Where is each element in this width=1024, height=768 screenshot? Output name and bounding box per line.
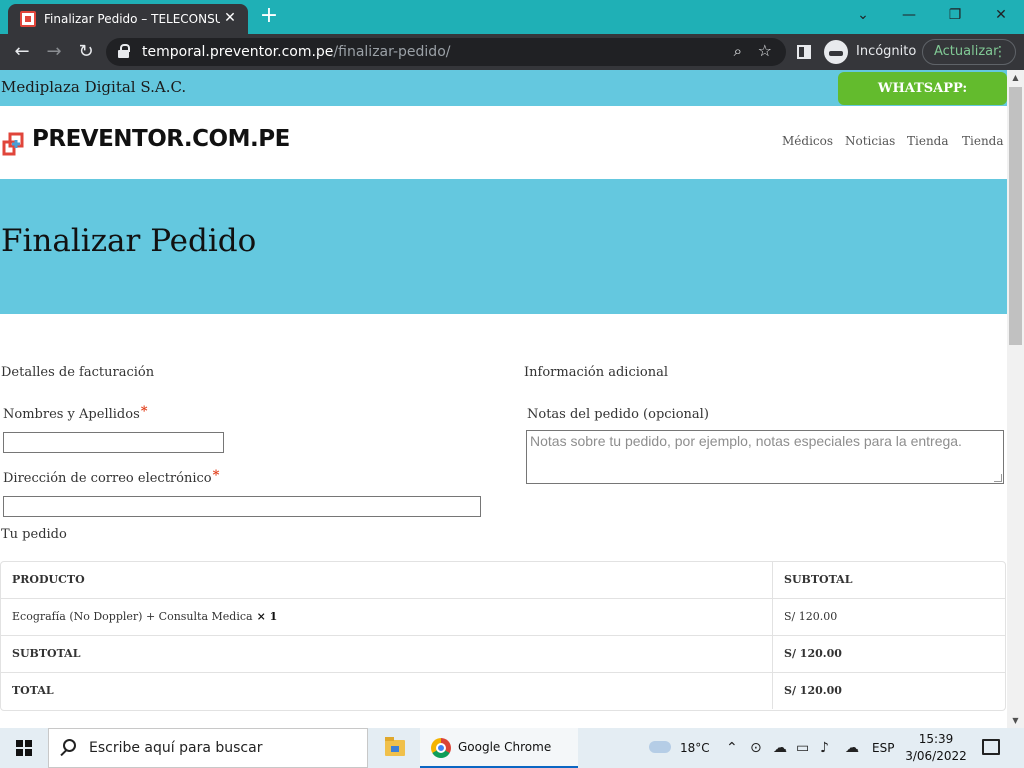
network-icon[interactable]: ▭ (796, 740, 809, 756)
update-label: Actualizar (934, 44, 999, 59)
menu-dots-icon[interactable]: ⋮ (993, 40, 1007, 64)
top-bar: Mediplaza Digital S.A.C. WHATSAPP: 93075… (0, 70, 1007, 129)
site-favicon-icon (20, 11, 36, 27)
language-indicator[interactable]: ESP (872, 728, 894, 768)
windows-logo-icon (16, 740, 32, 756)
address-bar[interactable]: temporal.preventor.com.pe/finalizar-pedi… (106, 38, 786, 66)
side-panel-icon[interactable] (797, 45, 811, 59)
zoom-icon[interactable]: ⌕ (734, 42, 742, 60)
nav-item-tienda-2[interactable]: Tienda (962, 134, 1004, 148)
company-name: Mediplaza Digital S.A.C. (1, 78, 187, 96)
tray-chevron-icon[interactable]: ⌃ (726, 740, 738, 756)
table-header-row: PRODUCTO SUBTOTAL (1, 562, 1005, 599)
clock-date: 3/06/2022 (905, 749, 967, 763)
notifications-icon[interactable] (982, 739, 1000, 755)
product-subtotal: S/ 120.00 (784, 610, 838, 623)
tab-title: Finalizar Pedido – TELECONSULTA (44, 12, 220, 26)
chrome-taskbar-button[interactable]: Google Chrome (420, 728, 578, 768)
logo-icon[interactable] (2, 128, 30, 156)
back-button[interactable]: ← (10, 40, 34, 64)
url-path: /finalizar-pedido/ (333, 44, 451, 60)
order-notes-textarea[interactable]: Notas sobre tu pedido, por ejemplo, nota… (526, 430, 1004, 484)
taskbar-search-placeholder: Escribe aquí para buscar (89, 740, 263, 756)
clock-time: 15:39 (918, 732, 954, 746)
scrollbar-thumb[interactable] (1009, 87, 1022, 345)
scroll-down-icon[interactable]: ▼ (1011, 716, 1020, 725)
onedrive-cloud-icon[interactable]: ☁ (773, 740, 787, 756)
incognito-icon (824, 40, 848, 64)
header-product: PRODUCTO (1, 562, 773, 598)
weather-cloud-icon[interactable] (649, 741, 671, 753)
taskbar-clock[interactable]: 15:39 3/06/2022 (900, 731, 972, 765)
chrome-icon (431, 738, 451, 758)
nav-item-tienda[interactable]: Tienda (907, 134, 949, 148)
name-field-label: Nombres y Apellidos* (3, 404, 148, 422)
page-scrollbar[interactable]: ▲ ▼ (1007, 70, 1024, 728)
subtotal-value: S/ 120.00 (784, 647, 842, 660)
your-order-heading: Tu pedido (1, 527, 67, 542)
tab-close-icon[interactable]: ✕ (222, 10, 238, 26)
nav-item-medicos[interactable]: Médicos (782, 134, 833, 148)
total-row: TOTAL S/ 120.00 (1, 673, 1005, 710)
incognito-label: Incógnito (856, 44, 917, 59)
resize-grip-icon[interactable] (994, 474, 1002, 482)
close-window-button[interactable]: ✕ (978, 0, 1024, 30)
notes-field-label: Notas del pedido (opcional) (527, 407, 709, 422)
total-label: TOTAL (1, 673, 773, 709)
new-tab-button[interactable]: + (258, 5, 280, 28)
restore-button[interactable]: ❐ (932, 0, 978, 30)
folder-icon (385, 737, 405, 756)
required-mark: * (212, 468, 220, 483)
taskbar-search[interactable]: Escribe aquí para buscar (48, 728, 368, 768)
table-row: Ecografía (No Doppler) + Consulta Medica… (1, 599, 1005, 636)
order-notes-placeholder: Notas sobre tu pedido, por ejemplo, nota… (530, 433, 962, 449)
lock-icon[interactable] (118, 44, 130, 58)
site-header: PREVENTOR.COM.PE Médicos Noticias Tienda… (0, 106, 1007, 179)
browser-tab[interactable]: Finalizar Pedido – TELECONSULTA ✕ (8, 4, 248, 34)
page-viewport: Mediplaza Digital S.A.C. WHATSAPP: 93075… (0, 70, 1024, 728)
whatsapp-button[interactable]: WHATSAPP: 930759628 (838, 72, 1007, 129)
bookmark-star-icon[interactable]: ☆ (758, 41, 772, 60)
update-button[interactable]: Actualizar ⋮ (922, 39, 1016, 65)
tab-search-button[interactable]: ⌄ (840, 0, 886, 30)
subtotal-row: SUBTOTAL S/ 120.00 (1, 636, 1005, 673)
browser-tab-strip: Finalizar Pedido – TELECONSULTA ✕ + ⌄ — … (0, 0, 1024, 34)
required-mark: * (140, 404, 148, 419)
email-field-label: Dirección de correo electrónico* (3, 468, 220, 486)
name-input[interactable] (3, 432, 224, 453)
meet-now-icon[interactable]: ⊙ (750, 740, 762, 756)
email-input[interactable] (3, 496, 481, 517)
product-quantity: × 1 (256, 610, 278, 623)
product-cell: Ecografía (No Doppler) + Consulta Medica… (1, 599, 773, 635)
billing-details-heading: Detalles de facturación (1, 365, 155, 380)
start-button[interactable] (0, 728, 48, 768)
total-value: S/ 120.00 (784, 684, 842, 697)
volume-icon[interactable]: ♪ (820, 740, 829, 756)
logo-text[interactable]: PREVENTOR.COM.PE (32, 126, 290, 152)
nav-item-noticias[interactable]: Noticias (845, 134, 895, 148)
temperature[interactable]: 18°C (680, 728, 710, 768)
weather-alert-icon[interactable]: ☁ (845, 740, 859, 756)
email-label-text: Dirección de correo electrónico (3, 471, 212, 486)
minimize-button[interactable]: — (886, 0, 932, 30)
windows-taskbar: Escribe aquí para buscar Google Chrome 1… (0, 728, 1024, 768)
header-subtotal: SUBTOTAL (784, 573, 853, 586)
search-icon (63, 739, 76, 752)
file-explorer-button[interactable] (376, 728, 416, 768)
scroll-up-icon[interactable]: ▲ (1011, 73, 1020, 82)
reload-button[interactable]: ↻ (74, 40, 98, 64)
name-label-text: Nombres y Apellidos (3, 407, 140, 422)
product-name: Ecografía (No Doppler) + Consulta Medica (12, 610, 253, 623)
subtotal-label: SUBTOTAL (1, 636, 773, 672)
page-title: Finalizar Pedido (1, 223, 257, 259)
chrome-taskbar-label: Google Chrome (458, 740, 552, 754)
order-table: PRODUCTO SUBTOTAL Ecografía (No Doppler)… (0, 561, 1006, 711)
browser-toolbar: ← → ↻ temporal.preventor.com.pe/finaliza… (0, 34, 1024, 70)
additional-info-heading: Información adicional (524, 365, 668, 380)
page-hero: Finalizar Pedido (0, 179, 1007, 314)
url-text[interactable]: temporal.preventor.com.pe/finalizar-pedi… (142, 44, 450, 60)
forward-button[interactable]: → (42, 40, 66, 64)
url-host: temporal.preventor.com.pe (142, 44, 334, 60)
